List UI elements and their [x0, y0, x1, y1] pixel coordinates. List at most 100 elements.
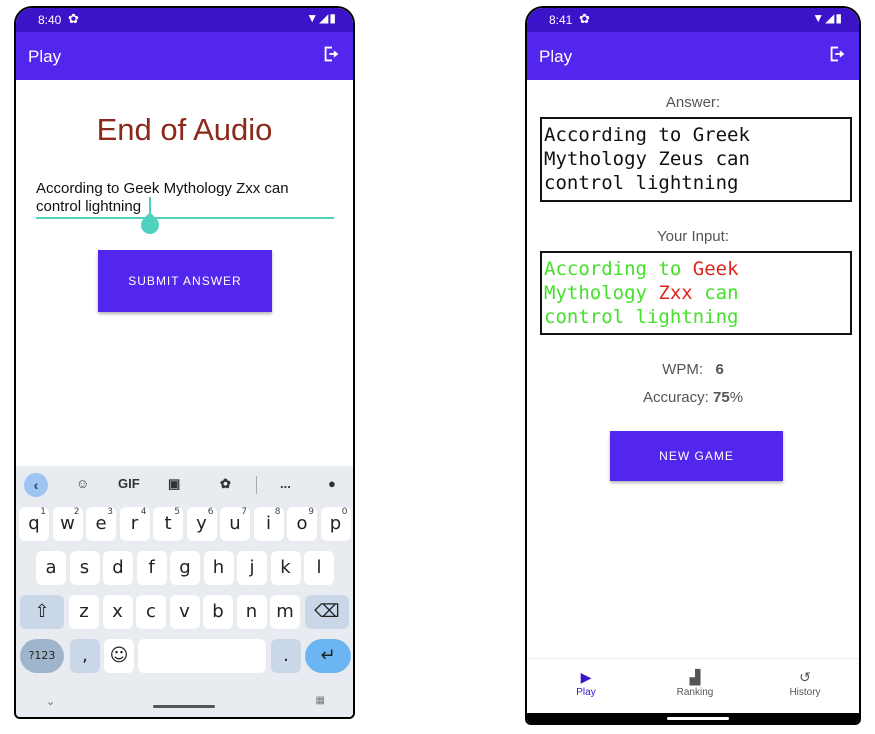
answer-input[interactable]: According to Geek Mythology Zxx can cont…: [36, 180, 334, 216]
correct-word: lightning: [635, 306, 739, 328]
key-b[interactable]: b: [203, 595, 233, 629]
status-time: 8:40: [38, 13, 62, 27]
key-n[interactable]: n: [236, 595, 267, 629]
toolbar-divider: [256, 476, 257, 494]
key-o[interactable]: o9: [287, 507, 317, 541]
key-h[interactable]: h: [203, 551, 234, 585]
enter-key[interactable]: ↵: [305, 639, 351, 673]
key-a[interactable]: a: [36, 551, 66, 585]
phone-screen-left: 8:40 ✿ ▼◢▮ Play End of Audio According t…: [14, 6, 355, 719]
wrong-word: Geek: [692, 258, 739, 280]
exit-icon[interactable]: [827, 43, 849, 65]
keyboard-toolbar: ‹ ☺ GIF ▣ ✿ ... ●: [16, 466, 353, 504]
nav-ranking-label: Ranking: [676, 687, 714, 698]
gif-button[interactable]: GIF: [118, 476, 140, 491]
correct-word: to: [658, 258, 682, 280]
keyboard-collapse-icon[interactable]: ‹: [24, 473, 48, 497]
key-c[interactable]: c: [136, 595, 166, 629]
wpm-stat: WPM: 6: [527, 361, 859, 378]
key-hint: 3: [107, 507, 113, 517]
key-x[interactable]: x: [102, 595, 133, 629]
backspace-key[interactable]: ⌫: [305, 595, 349, 629]
home-gesture-pill: [667, 717, 729, 720]
answer-label: Answer:: [665, 94, 721, 111]
nav-history[interactable]: ↺ History: [765, 667, 845, 698]
status-time: 8:41: [549, 13, 573, 27]
key-r[interactable]: r4: [119, 507, 150, 541]
key-y[interactable]: y6: [186, 507, 217, 541]
bar-chart-icon: ▟: [689, 669, 701, 685]
history-icon: ↺: [799, 669, 811, 685]
wrong-word: Zxx: [658, 282, 693, 304]
accuracy-label: Accuracy:: [642, 389, 709, 406]
sticker-icon[interactable]: ☺: [76, 476, 89, 491]
microphone-icon[interactable]: ●: [328, 476, 336, 491]
correct-word: Mythology: [544, 282, 647, 304]
nav-ranking[interactable]: ▟ Ranking: [655, 667, 735, 698]
comma-key[interactable]: ,: [70, 639, 100, 673]
gear-icon[interactable]: ✿: [220, 476, 231, 492]
settings-status-icon: ✿: [68, 11, 79, 26]
key-hint: 8: [274, 507, 281, 517]
your-input-label: Your Input:: [656, 228, 729, 245]
key-q[interactable]: q1: [19, 507, 49, 541]
nav-play-label: Play: [576, 687, 596, 698]
settings-status-icon: ✿: [579, 11, 590, 26]
key-hint: 5: [174, 507, 180, 517]
key-hint: 6: [207, 507, 214, 517]
answer-text-box: According to Greek Mythology Zeus can co…: [540, 117, 852, 202]
correct-word: According: [544, 258, 647, 280]
key-z[interactable]: z: [69, 595, 99, 629]
keyboard-nav-bar: ⌄ ▦: [16, 691, 353, 717]
keyboard-switch-icon[interactable]: ▦: [316, 695, 325, 706]
bottom-navigation: ▶ Play ▟ Ranking ↺ History: [527, 658, 859, 713]
key-g[interactable]: g: [170, 551, 200, 585]
key-l[interactable]: l: [304, 551, 334, 585]
new-game-button[interactable]: NEW GAME: [610, 431, 783, 481]
submit-answer-button[interactable]: SUBMIT ANSWER: [98, 250, 272, 312]
emoji-key[interactable]: ☺: [104, 639, 134, 673]
correct-word: control: [544, 306, 625, 328]
key-hint: 1: [40, 507, 46, 517]
system-status-icons: ▼◢▮: [306, 11, 337, 25]
accuracy-value: 75: [713, 389, 730, 406]
key-e[interactable]: e3: [86, 507, 116, 541]
symbols-key[interactable]: ?123: [20, 639, 64, 673]
gesture-bar: [527, 713, 859, 723]
nav-history-label: History: [789, 687, 821, 698]
translate-icon[interactable]: ▣: [168, 476, 180, 492]
period-key[interactable]: .: [271, 639, 301, 673]
app-bar: Play: [16, 32, 353, 80]
key-j[interactable]: j: [237, 551, 267, 585]
key-v[interactable]: v: [169, 595, 200, 629]
correct-word: can: [704, 282, 739, 304]
end-of-audio-heading: End of Audio: [96, 112, 273, 147]
more-button[interactable]: ...: [280, 476, 291, 491]
system-status-icons: ▼◢▮: [812, 11, 843, 25]
play-icon: ▶: [580, 669, 592, 685]
key-f[interactable]: f: [136, 551, 167, 585]
key-m[interactable]: m: [270, 595, 300, 629]
app-title: Play: [539, 47, 573, 66]
space-key[interactable]: [138, 639, 266, 673]
key-t[interactable]: t5: [153, 507, 183, 541]
key-d[interactable]: d: [103, 551, 133, 585]
key-s[interactable]: s: [69, 551, 100, 585]
shift-key[interactable]: ⇧: [20, 595, 64, 629]
key-k[interactable]: k: [270, 551, 301, 585]
key-u[interactable]: u7: [220, 507, 250, 541]
nav-play[interactable]: ▶ Play: [546, 667, 626, 698]
wpm-value: 6: [715, 361, 724, 378]
chevron-down-icon[interactable]: ⌄: [46, 695, 55, 708]
app-bar: Play: [527, 32, 859, 80]
key-hint: 4: [140, 507, 147, 517]
accuracy-stat: Accuracy: 75%: [527, 389, 859, 406]
app-title: Play: [28, 47, 62, 66]
status-bar: 8:41 ✿ ▼◢▮: [527, 8, 859, 32]
key-p[interactable]: p0: [320, 507, 351, 541]
key-i[interactable]: i8: [253, 507, 284, 541]
key-w[interactable]: w2: [52, 507, 83, 541]
key-hint: 0: [341, 507, 348, 517]
key-hint: 7: [241, 507, 247, 517]
exit-icon[interactable]: [321, 43, 343, 65]
